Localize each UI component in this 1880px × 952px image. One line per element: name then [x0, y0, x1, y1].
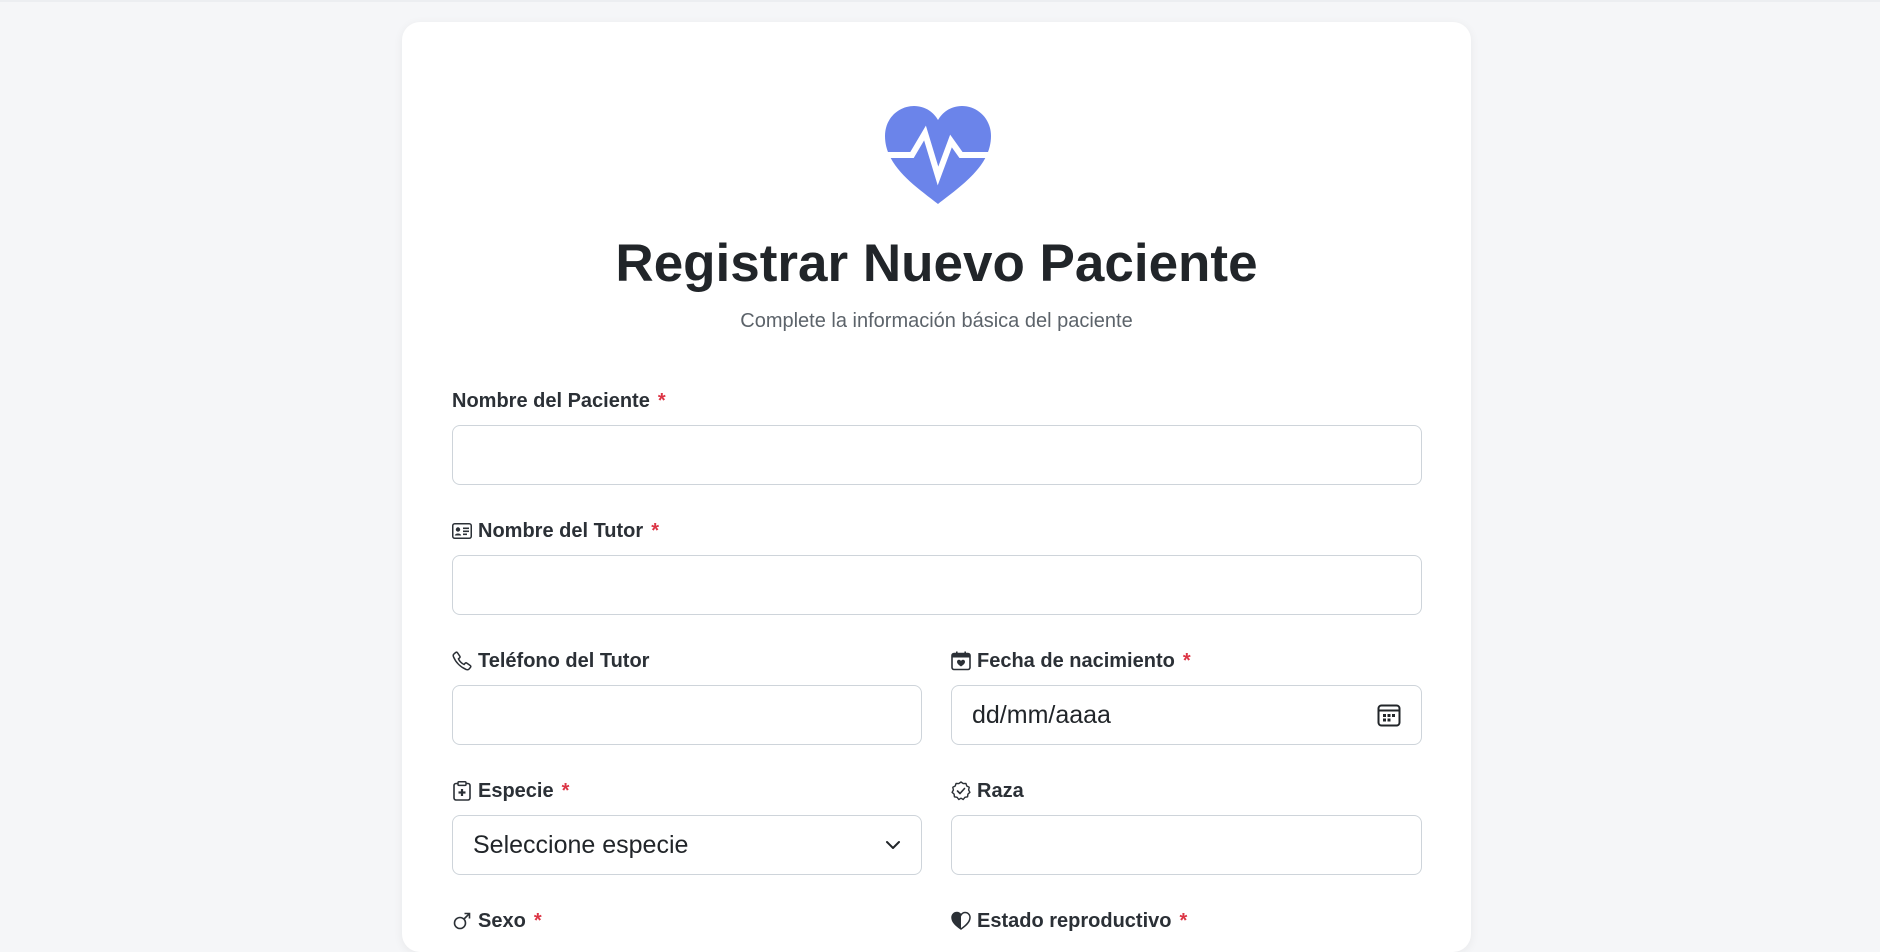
id-card-icon — [452, 521, 472, 541]
required-mark: * — [657, 390, 666, 412]
birth-date-label-text: Fecha de nacimiento — [977, 650, 1175, 672]
required-mark: * — [533, 910, 542, 932]
birth-date-group: Fecha de nacimiento * dd/mm/aaaa — [951, 648, 1422, 745]
species-label-text: Especie — [478, 780, 554, 802]
chevron-down-icon — [885, 837, 901, 853]
top-border — [0, 0, 1880, 2]
patient-name-input[interactable] — [452, 425, 1422, 485]
gender-male-icon — [452, 911, 472, 931]
sex-group: Sexo * — [452, 908, 922, 934]
calendar-heart-icon — [951, 651, 971, 671]
sex-label-text: Sexo — [478, 910, 526, 932]
tutor-phone-label-text: Teléfono del Tutor — [478, 650, 650, 672]
required-mark: * — [1182, 650, 1191, 672]
patient-name-label-text: Nombre del Paciente — [452, 390, 650, 412]
reproductive-status-label-text: Estado reproductivo — [977, 910, 1172, 932]
reproductive-status-label: Estado reproductivo * — [951, 908, 1422, 934]
birth-date-label: Fecha de nacimiento * — [951, 648, 1422, 674]
page-subtitle: Complete la información básica del pacie… — [740, 310, 1133, 332]
page-title: Registrar Nuevo Paciente — [615, 234, 1258, 293]
breed-input[interactable] — [951, 815, 1422, 875]
patient-name-group: Nombre del Paciente * — [452, 388, 1422, 485]
clipboard-pulse-icon — [452, 781, 472, 801]
tutor-name-input[interactable] — [452, 555, 1422, 615]
birth-date-input[interactable]: dd/mm/aaaa — [951, 685, 1422, 745]
breed-group: Raza — [951, 778, 1422, 875]
tutor-name-label: Nombre del Tutor * — [452, 518, 1422, 544]
sex-label: Sexo * — [452, 908, 922, 934]
calendar-icon[interactable] — [1377, 703, 1401, 727]
species-selected-value: Seleccione especie — [473, 830, 689, 859]
tutor-phone-input[interactable] — [452, 685, 922, 745]
required-mark: * — [651, 520, 659, 542]
tutor-phone-group: Teléfono del Tutor — [452, 648, 922, 745]
registration-card: Registrar Nuevo Paciente Complete la inf… — [402, 22, 1471, 952]
phone-icon — [452, 651, 472, 671]
reproductive-status-group: Estado reproductivo * — [951, 908, 1422, 934]
species-label: Especie * — [452, 778, 922, 804]
required-mark: * — [1179, 910, 1188, 932]
required-mark: * — [561, 780, 570, 802]
patch-check-icon — [951, 781, 971, 801]
heart-half-icon — [951, 911, 971, 931]
breed-label: Raza — [951, 778, 1422, 804]
species-group: Especie * Seleccione especie — [452, 778, 922, 875]
birth-date-value: dd/mm/aaaa — [972, 700, 1111, 729]
species-select[interactable]: Seleccione especie — [452, 815, 922, 875]
tutor-phone-label: Teléfono del Tutor — [452, 648, 922, 674]
tutor-name-group: Nombre del Tutor * — [452, 518, 1422, 615]
breed-label-text: Raza — [977, 780, 1024, 802]
heart-pulse-icon — [885, 106, 991, 204]
patient-name-label: Nombre del Paciente * — [452, 388, 1422, 414]
tutor-name-label-text: Nombre del Tutor — [478, 520, 644, 542]
